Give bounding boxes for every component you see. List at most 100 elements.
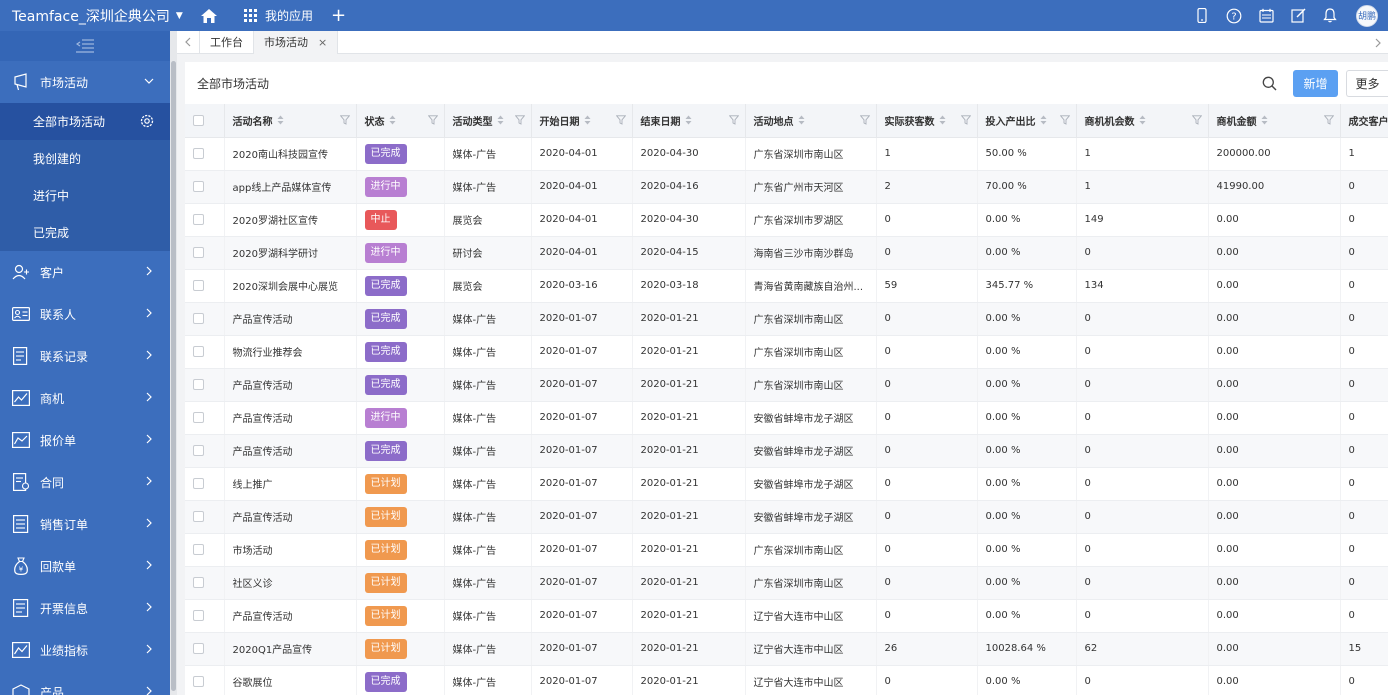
sort-icon[interactable]	[798, 115, 805, 128]
filter-icon[interactable]	[728, 115, 739, 128]
help-icon[interactable]: ?	[1218, 0, 1250, 31]
row-checkbox[interactable]	[193, 543, 204, 555]
table-row[interactable]: 2020南山科技园宣传 已完成 媒体-广告 2020-04-01 2020-04-30 广…	[185, 137, 1388, 171]
sidebar-group-customer[interactable]: 客户	[0, 251, 170, 293]
edit-icon[interactable]	[1282, 0, 1314, 31]
column-header[interactable]: 成交客户	[1340, 104, 1388, 138]
table-row[interactable]: app线上产品媒体宣传 进行中 媒体-广告 2020-04-01 2020-04-16 广…	[185, 170, 1388, 204]
sidebar-item-created-by-me[interactable]: 我创建的	[0, 140, 170, 177]
row-checkbox[interactable]	[193, 444, 204, 456]
filter-icon[interactable]	[615, 115, 626, 128]
sidebar-item-in-progress[interactable]: 进行中	[0, 177, 170, 214]
bell-icon[interactable]	[1314, 0, 1346, 31]
table-row[interactable]: 2020罗湖社区宣传 中止 展览会 2020-04-01 2020-04-30 广东省深圳…	[185, 203, 1388, 237]
calendar-icon[interactable]	[1250, 0, 1282, 31]
tab-next-button[interactable]	[1374, 31, 1382, 54]
filter-icon[interactable]	[960, 115, 971, 128]
sort-icon[interactable]	[1261, 115, 1268, 128]
column-header[interactable]: 活动地点	[745, 104, 877, 138]
row-checkbox[interactable]	[193, 246, 204, 258]
select-all-checkbox[interactable]	[193, 114, 204, 126]
table-row[interactable]: 谷歌展位 已完成 媒体-广告 2020-01-07 2020-01-21 辽宁省大连市中山…	[185, 665, 1388, 695]
row-checkbox[interactable]	[193, 147, 204, 159]
sidebar-group-marketing[interactable]: 市场活动	[0, 61, 170, 103]
filter-icon[interactable]	[859, 115, 870, 128]
table-row[interactable]: 产品宣传活动 已计划 媒体-广告 2020-01-07 2020-01-21 安徽省蚌埠市…	[185, 500, 1388, 534]
sidebar-group-contacts[interactable]: 联系人	[0, 293, 170, 335]
my-apps-button[interactable]: 我的应用	[244, 7, 313, 24]
filter-icon[interactable]	[1059, 115, 1070, 128]
row-checkbox[interactable]	[193, 675, 204, 687]
row-checkbox[interactable]	[193, 609, 204, 621]
table-row[interactable]: 产品宣传活动 已完成 媒体-广告 2020-01-07 2020-01-21 广东省深圳市…	[185, 368, 1388, 402]
table-row[interactable]: 产品宣传活动 已完成 媒体-广告 2020-01-07 2020-01-21 安徽省蚌埠市…	[185, 434, 1388, 468]
filter-icon[interactable]	[514, 115, 525, 128]
sidebar-scrollbar[interactable]	[170, 31, 177, 695]
collapse-sidebar-button[interactable]	[0, 31, 170, 61]
company-switcher[interactable]: Teamface_深圳企典公司 ▼	[0, 6, 190, 26]
column-header[interactable]: 活动类型	[444, 104, 532, 138]
row-checkbox[interactable]	[193, 411, 204, 423]
sidebar-group-sales-order[interactable]: 销售订单	[0, 503, 170, 545]
filter-icon[interactable]	[1191, 115, 1202, 128]
table-row[interactable]: 2020深圳会展中心展览 已完成 展览会 2020-03-16 2020-03-18 青海…	[185, 269, 1388, 303]
row-checkbox[interactable]	[193, 576, 204, 588]
row-checkbox[interactable]	[193, 180, 204, 192]
column-header[interactable]: 结束日期	[632, 104, 746, 138]
sidebar-group-payment[interactable]: ¥ 回款单	[0, 545, 170, 587]
sort-icon[interactable]	[939, 115, 946, 128]
table-row[interactable]: 2020Q1产品宣传 已计划 媒体-广告 2020-01-07 2020-01-21 辽宁…	[185, 632, 1388, 666]
column-header[interactable]: 商机机会数	[1076, 104, 1209, 138]
column-header[interactable]: 活动名称	[224, 104, 357, 138]
sidebar-item-all-activities[interactable]: 全部市场活动	[0, 103, 170, 140]
search-button[interactable]	[1257, 69, 1281, 97]
sort-icon[interactable]	[497, 115, 504, 128]
row-checkbox[interactable]	[193, 378, 204, 390]
row-checkbox[interactable]	[193, 213, 204, 225]
table-row[interactable]: 2020罗湖科学研讨 进行中 研讨会 2020-04-01 2020-04-15 海南省三…	[185, 236, 1388, 270]
close-icon[interactable]: ×	[318, 36, 327, 49]
table-row[interactable]: 产品宣传活动 已完成 媒体-广告 2020-01-07 2020-01-21 广东省深圳市…	[185, 302, 1388, 336]
sidebar-group-contact-records[interactable]: 联系记录	[0, 335, 170, 377]
column-header[interactable]: 实际获客数	[876, 104, 978, 138]
tab-marketing-activities[interactable]: 市场活动 ×	[254, 30, 339, 54]
sidebar-group-quotation[interactable]: 报价单	[0, 419, 170, 461]
tab-workbench[interactable]: 工作台	[199, 30, 254, 54]
row-checkbox[interactable]	[193, 345, 204, 357]
sort-icon[interactable]	[685, 115, 692, 128]
column-header[interactable]: 开始日期	[531, 104, 633, 138]
sort-icon[interactable]	[1139, 115, 1146, 128]
sidebar-group-contract[interactable]: 合同	[0, 461, 170, 503]
table-row[interactable]: 社区义诊 已计划 媒体-广告 2020-01-07 2020-01-21 广东省深圳市南山…	[185, 566, 1388, 600]
add-new-button[interactable]: 新增	[1293, 69, 1338, 97]
table-row[interactable]: 产品宣传活动 已计划 媒体-广告 2020-01-07 2020-01-21 辽宁省大连市…	[185, 599, 1388, 633]
filter-icon[interactable]	[339, 115, 350, 128]
column-header[interactable]: 状态	[356, 104, 445, 138]
filter-icon[interactable]	[1323, 115, 1334, 128]
tab-prev-button[interactable]	[177, 31, 199, 54]
sidebar-group-opportunity[interactable]: 商机	[0, 377, 170, 419]
table-row[interactable]: 物流行业推荐会 已完成 媒体-广告 2020-01-07 2020-01-21 广东省深圳…	[185, 335, 1388, 369]
row-checkbox[interactable]	[193, 642, 204, 654]
sort-icon[interactable]	[584, 115, 591, 128]
sidebar-group-performance[interactable]: 业绩指标	[0, 629, 170, 671]
column-header[interactable]: 投入产出比	[977, 104, 1077, 138]
sidebar-group-invoice[interactable]: 开票信息	[0, 587, 170, 629]
sidebar-item-completed[interactable]: 已完成	[0, 214, 170, 251]
mobile-icon[interactable]	[1186, 0, 1218, 31]
scrollbar-thumb[interactable]	[171, 61, 176, 691]
table-row[interactable]: 线上推广 已计划 媒体-广告 2020-01-07 2020-01-21 安徽省蚌埠市龙子…	[185, 467, 1388, 501]
sort-icon[interactable]	[1040, 115, 1047, 128]
filter-icon[interactable]	[427, 115, 438, 128]
row-checkbox[interactable]	[193, 510, 204, 522]
row-checkbox[interactable]	[193, 279, 204, 291]
table-row[interactable]: 产品宣传活动 进行中 媒体-广告 2020-01-07 2020-01-21 安徽省蚌埠市…	[185, 401, 1388, 435]
table-row[interactable]: 市场活动 已计划 媒体-广告 2020-01-07 2020-01-21 广东省深圳市南山…	[185, 533, 1388, 567]
row-checkbox[interactable]	[193, 477, 204, 489]
gear-icon[interactable]	[140, 114, 154, 131]
sort-icon[interactable]	[277, 115, 284, 128]
row-checkbox[interactable]	[193, 312, 204, 324]
avatar[interactable]: 胡鹏	[1356, 4, 1378, 27]
sort-icon[interactable]	[389, 115, 396, 128]
column-header[interactable]: 商机金额	[1208, 104, 1341, 138]
